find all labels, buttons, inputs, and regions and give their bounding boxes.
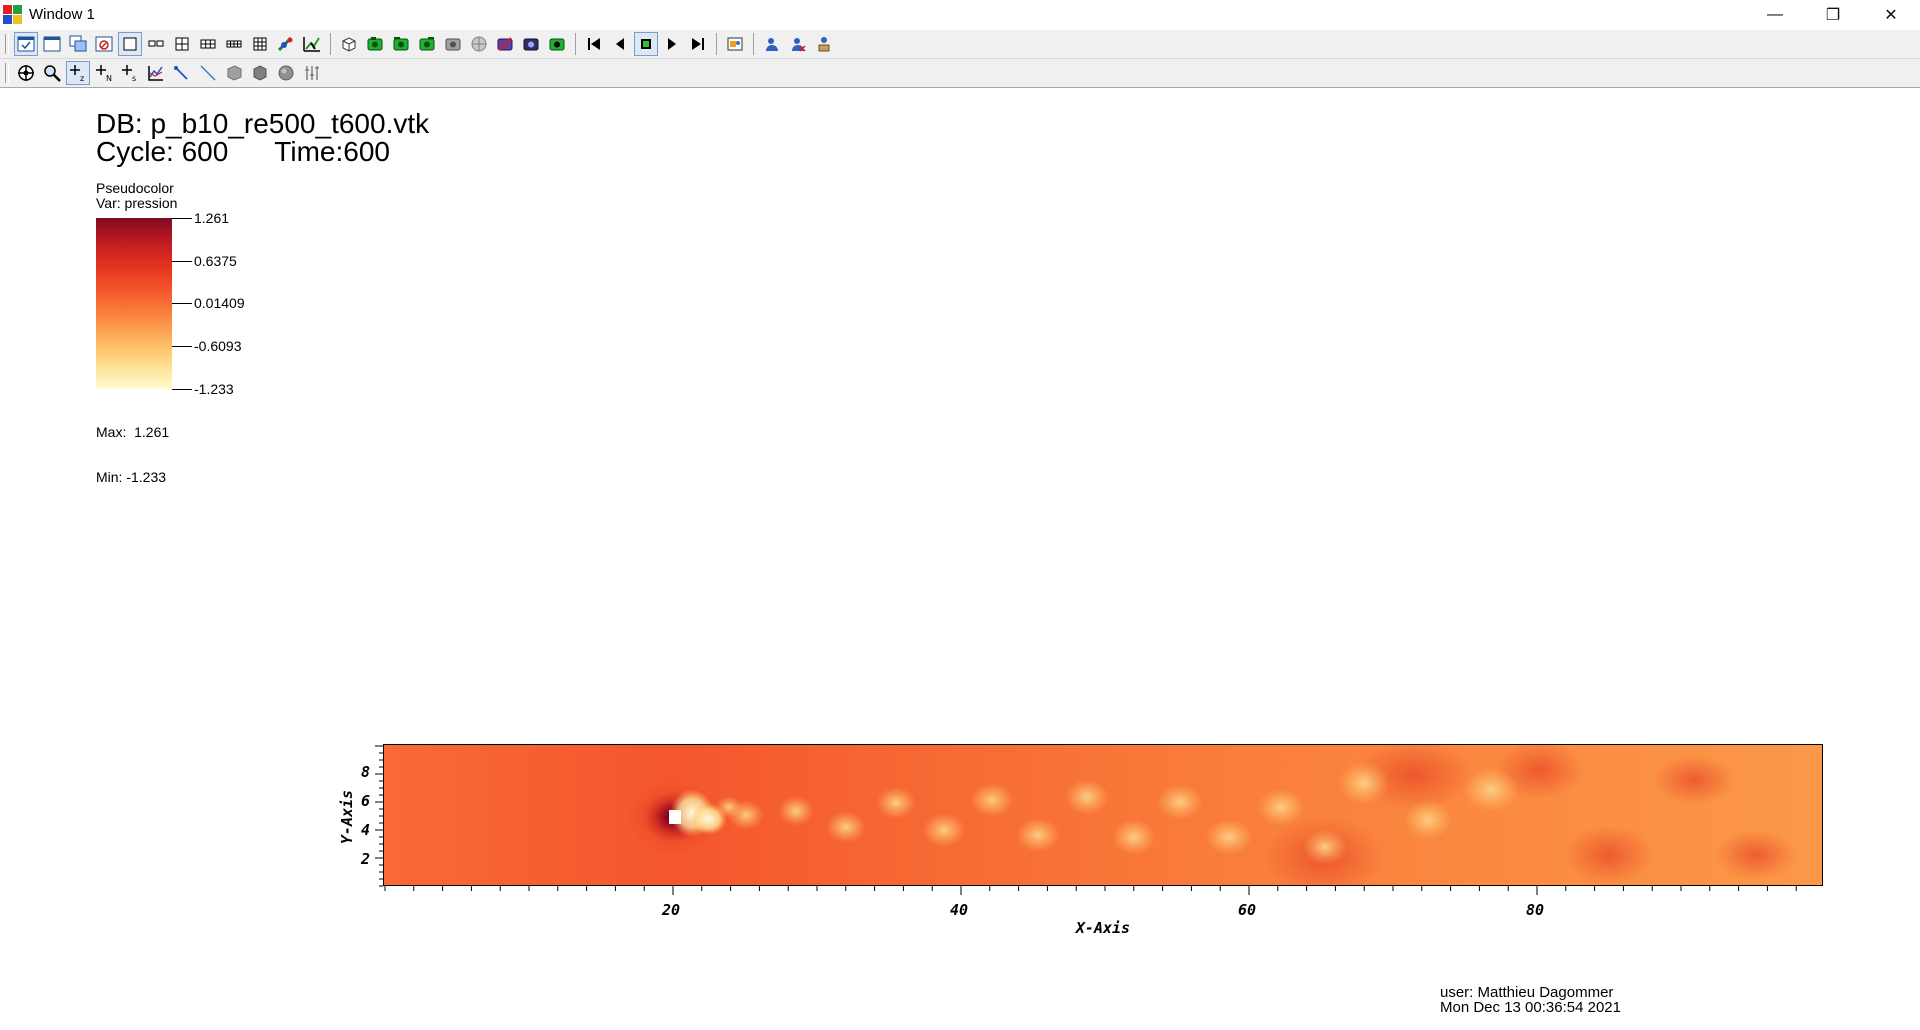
axis-tool-icon[interactable]	[300, 61, 324, 85]
layout-1x1-icon[interactable]	[118, 32, 142, 56]
lock-time-icon[interactable]	[300, 32, 324, 56]
y-tick-label: 6	[361, 792, 370, 810]
y-tick-label: 4	[361, 821, 370, 839]
mode-toolbar: z N s	[0, 59, 1920, 88]
stop-icon[interactable]	[634, 32, 658, 56]
vis-viewport[interactable]: DB: p_b10_re500_t600.vtk Cycle: 600 Time:…	[0, 89, 1920, 1030]
sphere-tool-icon[interactable]	[274, 61, 298, 85]
toolbar-separator	[716, 33, 717, 55]
prev-frame-icon[interactable]	[608, 32, 632, 56]
save-view-icon[interactable]	[363, 32, 387, 56]
cylinder-obstacle	[669, 810, 681, 824]
title-bar: Window 1 — ❐ ✕	[0, 0, 1920, 29]
choose-view-icon[interactable]	[467, 32, 491, 56]
clear-camera-icon[interactable]	[493, 32, 517, 56]
toolbar-separator	[330, 33, 331, 55]
toolbar-grip[interactable]	[5, 63, 9, 83]
plot-axes: 20 40 60 80 2 4 6 8 X-Axis Y-Axis	[338, 745, 1797, 937]
window-toolbar	[0, 30, 1920, 59]
layout-2x3-icon[interactable]	[196, 32, 220, 56]
layout-3x3-icon[interactable]	[248, 32, 272, 56]
close-button[interactable]: ✕	[1862, 0, 1920, 29]
undo-view-icon[interactable]	[389, 32, 413, 56]
spreadsheet-pick-icon[interactable]: s	[118, 61, 142, 85]
toolbar-separator	[575, 33, 576, 55]
layout-2x4-icon[interactable]	[222, 32, 246, 56]
next-frame-icon[interactable]	[660, 32, 684, 56]
navigate-icon[interactable]	[14, 61, 38, 85]
x-tick-label: 60	[1238, 901, 1256, 919]
minimize-button[interactable]: —	[1746, 0, 1804, 29]
x-tick-label: 80	[1526, 901, 1544, 919]
toggle-spin-icon[interactable]	[337, 32, 361, 56]
anim-settings-icon[interactable]	[723, 32, 747, 56]
camera-icon[interactable]	[441, 32, 465, 56]
svg-text:s: s	[132, 74, 136, 83]
toolbar-grip[interactable]	[5, 34, 9, 54]
svg-text:N: N	[106, 74, 112, 83]
x-tick-label: 20	[661, 901, 680, 919]
recenter-icon[interactable]	[519, 32, 543, 56]
point-tool-icon[interactable]	[196, 61, 220, 85]
y-tick-label: 8	[361, 763, 370, 781]
forward-frame-icon[interactable]	[686, 32, 710, 56]
pressure-field	[384, 745, 1822, 885]
zone-pick-icon[interactable]: z	[66, 61, 90, 85]
box-tool-icon[interactable]	[248, 61, 272, 85]
lineout-icon[interactable]	[144, 61, 168, 85]
x-tick-label: 40	[950, 901, 968, 919]
svg-text:z: z	[80, 74, 84, 83]
lock-view-icon[interactable]	[274, 32, 298, 56]
footer-annotation: user: Matthieu Dagommer Mon Dec 13 00:36…	[1440, 985, 1621, 1015]
hardware-icon[interactable]	[812, 32, 836, 56]
x-axis-title: X-Axis	[1074, 919, 1130, 937]
choose-center-icon[interactable]	[545, 32, 569, 56]
window-title: Window 1	[29, 6, 95, 23]
x-axis-ticks	[384, 886, 1797, 895]
vis-window-icon[interactable]	[14, 32, 38, 56]
restore-button[interactable]: ❐	[1804, 0, 1862, 29]
y-axis-ticks	[375, 745, 383, 887]
reverse-frame-icon[interactable]	[582, 32, 606, 56]
redo-view-icon[interactable]	[415, 32, 439, 56]
node-pick-icon[interactable]: N	[92, 61, 116, 85]
user-label: user: Matthieu Dagommer	[1440, 984, 1614, 1001]
clone-window-icon[interactable]	[66, 32, 90, 56]
plane-tool-icon[interactable]	[222, 61, 246, 85]
visit-app-icon	[3, 4, 23, 25]
pseudocolor-plot[interactable]	[383, 744, 1823, 886]
toolbar-separator	[753, 33, 754, 55]
y-axis-title: Y-Axis	[338, 790, 356, 844]
new-window-icon[interactable]	[40, 32, 64, 56]
engine-icon[interactable]	[760, 32, 784, 56]
delete-window-icon[interactable]	[92, 32, 116, 56]
date-label: Mon Dec 13 00:36:54 2021	[1440, 999, 1621, 1016]
line-icon[interactable]	[170, 61, 194, 85]
compute-icon[interactable]	[786, 32, 810, 56]
layout-2x2-icon[interactable]	[170, 32, 194, 56]
zoom-icon[interactable]	[40, 61, 64, 85]
layout-1x2-icon[interactable]	[144, 32, 168, 56]
y-tick-label: 2	[360, 850, 370, 868]
